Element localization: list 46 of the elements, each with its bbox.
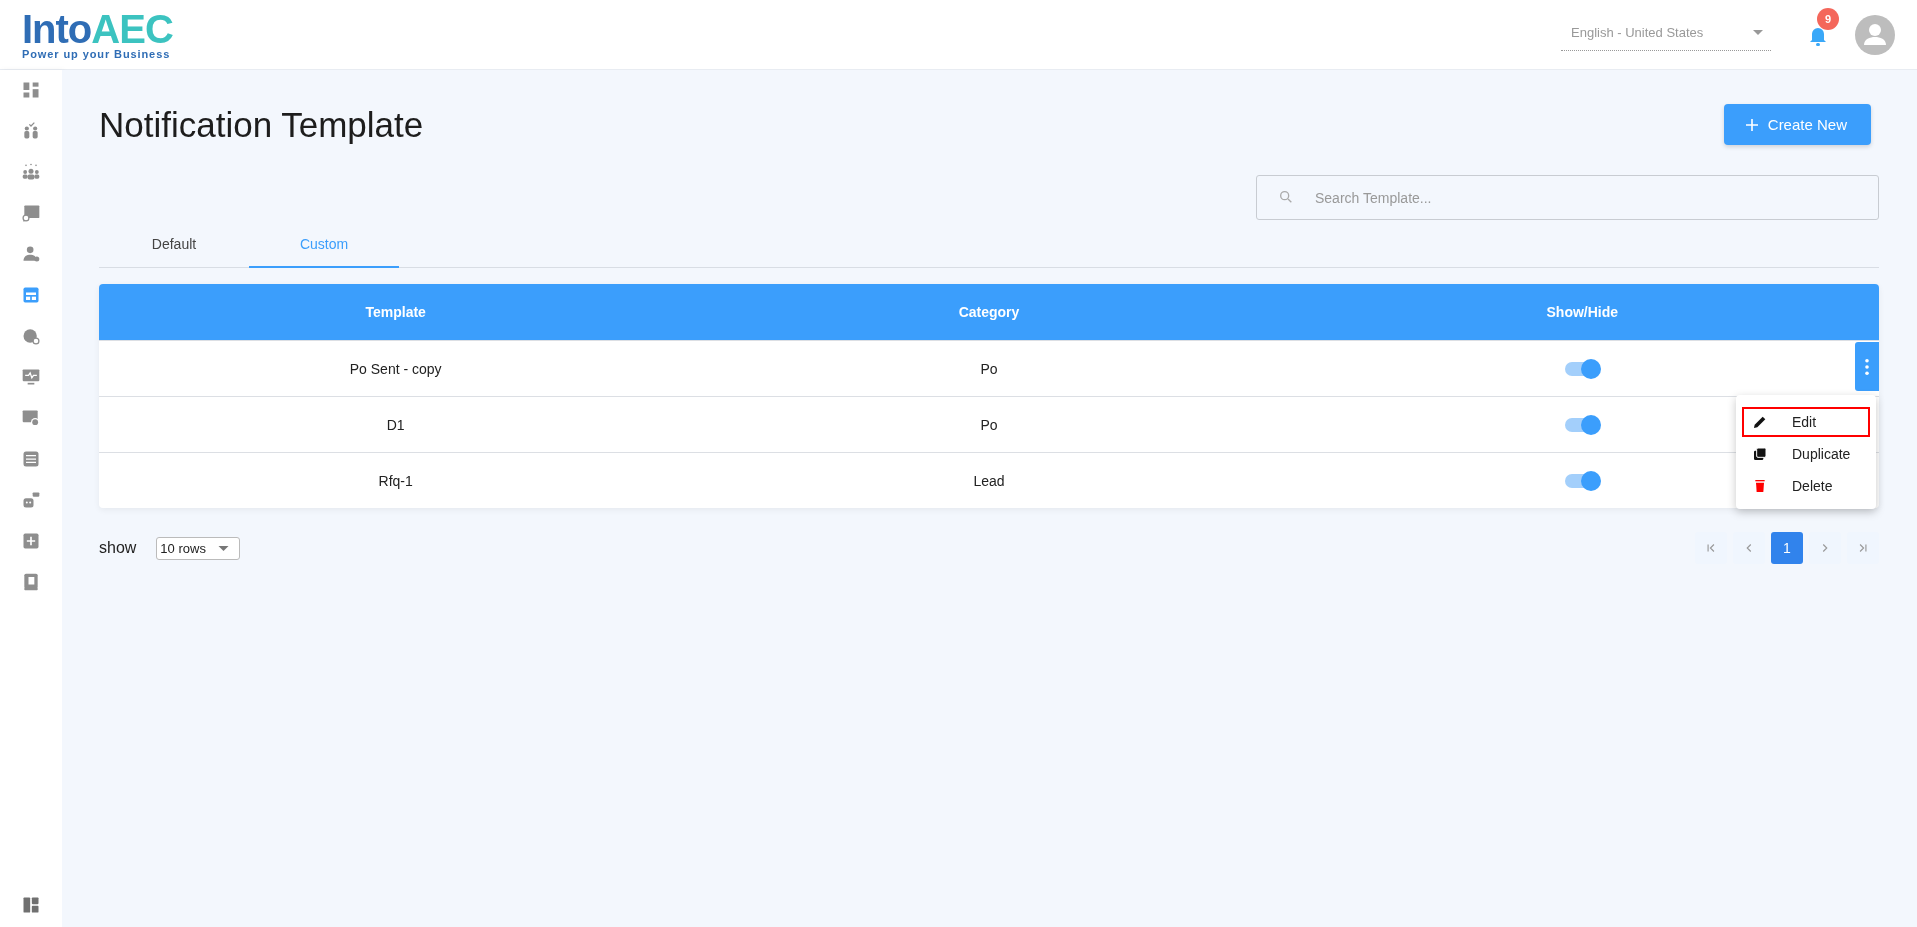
menu-item[interactable]: Delete [1742,471,1870,501]
visibility-toggle[interactable] [1565,361,1600,376]
user-icon[interactable] [21,244,41,264]
trash-icon [1752,478,1768,494]
search-icon [1278,189,1294,205]
visibility-toggle[interactable] [1565,473,1600,488]
template-icon[interactable] [21,285,41,305]
page-title: Notification Template [99,104,424,145]
screen-settings-icon[interactable] [21,408,41,428]
more-vertical-icon [1864,357,1870,376]
table-cell-text: Po [979,360,999,377]
menu-item[interactable]: Edit [1742,407,1870,437]
brand-logo: IntoAEC Power up your Business [22,9,173,60]
avatar-icon[interactable] [1855,14,1895,55]
table-cell-text: Po Sent - copy [348,360,443,377]
layout-icon[interactable] [21,895,41,915]
dropdown-caret-icon [217,545,229,551]
dashboard-icon[interactable] [21,80,41,100]
tab[interactable]: Default [99,224,249,268]
menu-item-label: Edit [1792,414,1817,430]
column-header: Template [364,304,427,320]
menu-item-label: Duplicate [1792,446,1851,462]
add-icon[interactable] [21,531,41,551]
table-cell-text: D1 [385,416,406,433]
meeting-icon[interactable] [21,121,41,141]
column-header: Show/Hide [1545,304,1620,320]
column-header: Category [957,304,1021,320]
dropdown-caret-icon [1753,29,1763,35]
rows-per-page-select[interactable]: 10 rows [156,536,240,560]
team-icon[interactable] [21,162,41,182]
menu-item-label: Delete [1792,478,1833,494]
plus-icon [1743,116,1760,133]
notification-count: 9 [1817,7,1839,30]
page-button[interactable]: 1 [1771,532,1803,564]
table-cell-text: Po [979,416,999,433]
search-field[interactable]: Search Template... [1256,175,1879,220]
show-label: show [99,539,137,557]
table-cell-text: Lead [972,472,1006,489]
monitor-icon[interactable] [21,367,41,387]
visibility-toggle[interactable] [1565,417,1600,432]
menu-item[interactable]: Duplicate [1742,439,1870,469]
row-menu-button[interactable] [1855,342,1879,391]
book-icon[interactable] [21,572,41,592]
copy-icon [1752,446,1768,462]
table-cell-text: Rfq-1 [377,472,414,489]
pencil-icon [1752,414,1768,430]
